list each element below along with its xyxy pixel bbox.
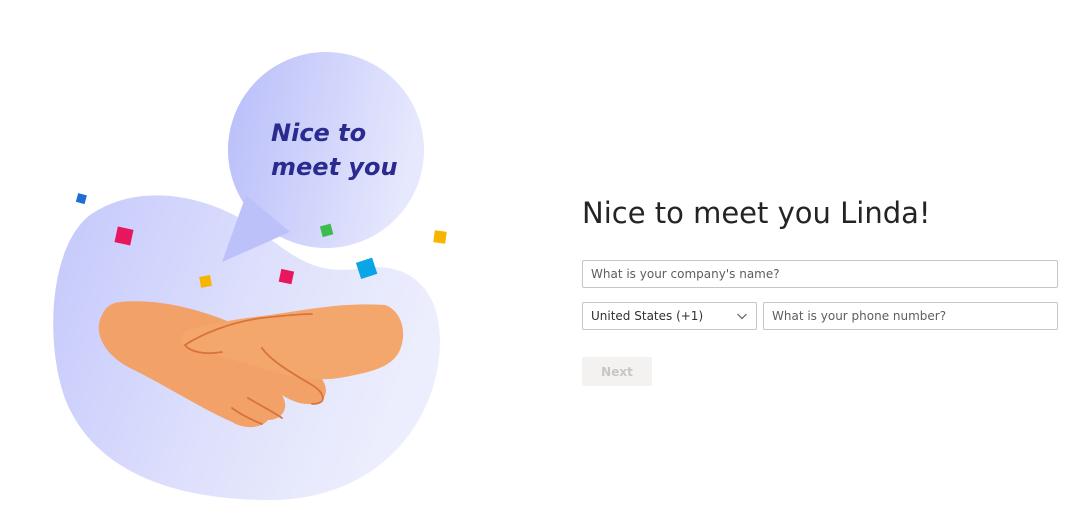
welcome-illustration: Nice to meet you <box>0 0 500 528</box>
chevron-down-icon <box>736 310 748 322</box>
country-code-selected: United States (+1) <box>591 309 704 323</box>
speech-bubble-text: Nice to meet you <box>271 116 421 184</box>
country-code-dropdown[interactable]: United States (+1) <box>582 302 757 330</box>
page-title: Nice to meet you Linda! <box>582 196 931 230</box>
speech-bubble-line-1: Nice to <box>271 119 367 147</box>
company-name-input[interactable] <box>582 260 1058 288</box>
phone-number-input[interactable] <box>763 302 1058 330</box>
signup-form: Nice to meet you Linda! United States (+… <box>582 190 1058 386</box>
next-button[interactable]: Next <box>582 357 652 386</box>
speech-bubble-line-2: meet you <box>271 153 398 181</box>
handshake-illustration <box>53 52 447 501</box>
